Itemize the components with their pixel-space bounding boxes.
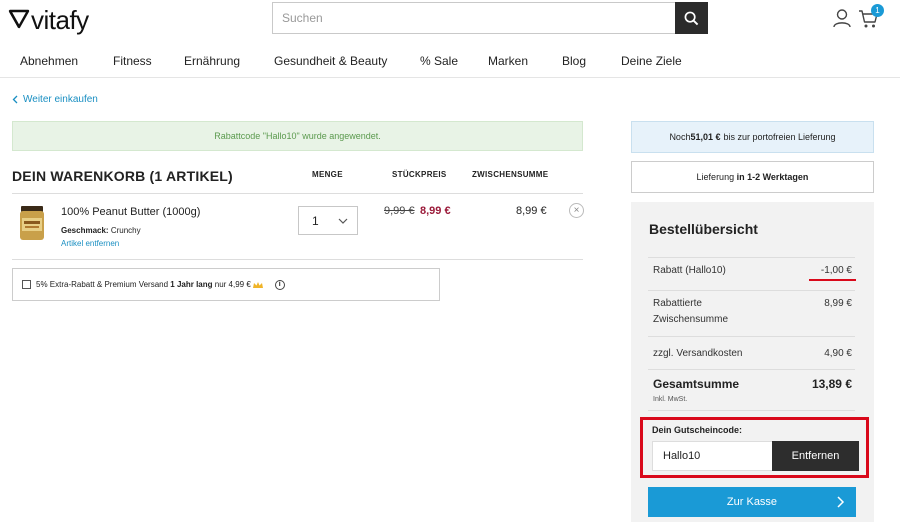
logo-text: vitafy: [31, 4, 89, 35]
cart-count-badge: 1: [871, 4, 884, 17]
search-input[interactable]: [273, 3, 675, 33]
quantity-select[interactable]: 1: [298, 206, 358, 235]
continue-shopping-link[interactable]: Weiter einkaufen: [12, 94, 98, 105]
coupon-applied-notice: Rabattcode "Hallo10" wurde angewendet.: [12, 121, 583, 151]
total-value: 13,89 €: [811, 377, 852, 391]
column-header-subtotal: ZWISCHENSUMME: [472, 170, 549, 179]
voucher-section: Dein Gutscheincode: Hallo10 Entfernen: [640, 417, 869, 478]
checkout-label: Zur Kasse: [726, 496, 778, 508]
shipping-cost-label: zzgl. Versandkosten: [653, 348, 743, 359]
shipping-cost-value: 4,90 €: [824, 348, 852, 359]
total-label: Gesamtsumme: [653, 377, 740, 391]
voucher-label: Dein Gutscheincode:: [652, 425, 743, 435]
nav-item-deine-ziele[interactable]: Deine Ziele: [621, 54, 682, 68]
discount-label: Rabatt (Hallo10): [653, 265, 726, 276]
product-image[interactable]: [18, 205, 46, 241]
order-summary-title: Bestellübersicht: [649, 221, 758, 237]
product-variant: Geschmack: Crunchy: [61, 226, 141, 235]
search-button[interactable]: [675, 2, 708, 34]
user-account-icon[interactable]: [832, 8, 852, 28]
discounted-subtotal-value: 8,99 €: [824, 298, 852, 309]
discount-value: -1,00 €: [820, 265, 852, 276]
premium-offer-text: 5% Extra-Rabatt & Premium Versand 1 Jahr…: [36, 280, 251, 289]
column-header-unit-price: STÜCKPREIS: [392, 170, 447, 179]
discounted-subtotal-label: Rabattierte Zwischensumme: [653, 298, 729, 325]
discount-highlight: [809, 279, 856, 281]
voucher-code-input[interactable]: Hallo10: [652, 441, 773, 471]
nav-item-marken[interactable]: Marken: [488, 54, 528, 68]
remove-item-link[interactable]: Artikel entfernen: [61, 239, 119, 248]
nav-item-fitness[interactable]: Fitness: [113, 54, 152, 68]
cart-title: DEIN WARENKORB (1 ARTIKEL): [12, 168, 233, 184]
logo-mark-icon: [8, 9, 30, 29]
old-price: 9,99 €: [384, 205, 415, 217]
crown-icon: [252, 281, 263, 288]
chevron-down-icon: [338, 218, 348, 224]
variant-value: Crunchy: [110, 226, 141, 235]
unit-price: 8,99 €: [420, 205, 451, 217]
premium-offer-box: 5% Extra-Rabatt & Premium Versand 1 Jahr…: [12, 268, 440, 301]
vitafy-logo[interactable]: vitafy: [8, 2, 89, 38]
info-icon[interactable]: i: [274, 279, 285, 290]
nav-item-gesundheit-beauty[interactable]: Gesundheit & Beauty: [274, 54, 387, 68]
nav-item-sale[interactable]: % Sale: [420, 54, 458, 68]
nav-item-ernaehrung[interactable]: Ernährung: [184, 54, 240, 68]
variant-label: Geschmack:: [61, 226, 109, 235]
continue-shopping-label: Weiter einkaufen: [23, 94, 98, 105]
divider: [12, 193, 583, 194]
free-shipping-notice: Noch 51,01 € bis zur portofreien Lieferu…: [631, 121, 874, 153]
tax-note: Inkl. MwSt.: [653, 396, 688, 403]
chevron-right-icon: [837, 496, 845, 508]
product-name[interactable]: 100% Peanut Butter (1000g): [61, 206, 200, 218]
divider: [648, 410, 855, 411]
nav-item-abnehmen[interactable]: Abnehmen: [20, 54, 78, 68]
column-header-quantity: MENGE: [312, 170, 343, 179]
main-navigation: Abnehmen Fitness Ernährung Gesundheit & …: [0, 46, 900, 78]
divider: [648, 290, 855, 291]
divider: [648, 369, 855, 370]
checkout-button[interactable]: Zur Kasse: [648, 487, 856, 517]
search-bar: [272, 2, 708, 34]
divider: [12, 259, 583, 260]
premium-offer-checkbox[interactable]: [22, 280, 31, 289]
close-icon: ×: [573, 205, 580, 216]
quantity-value: 1: [312, 213, 319, 228]
order-summary: Bestellübersicht Rabatt (Hallo10) -1,00 …: [631, 202, 874, 522]
nav-item-blog[interactable]: Blog: [562, 54, 586, 68]
delivery-time-notice: Lieferung in 1-2 Werktagen: [631, 161, 874, 193]
remove-item-button[interactable]: ×: [569, 203, 584, 218]
chevron-left-icon: [12, 95, 18, 104]
remove-voucher-button[interactable]: Entfernen: [772, 441, 859, 471]
divider: [648, 336, 855, 337]
item-subtotal: 8,99 €: [516, 205, 547, 217]
search-icon: [684, 11, 699, 25]
divider: [648, 257, 855, 258]
